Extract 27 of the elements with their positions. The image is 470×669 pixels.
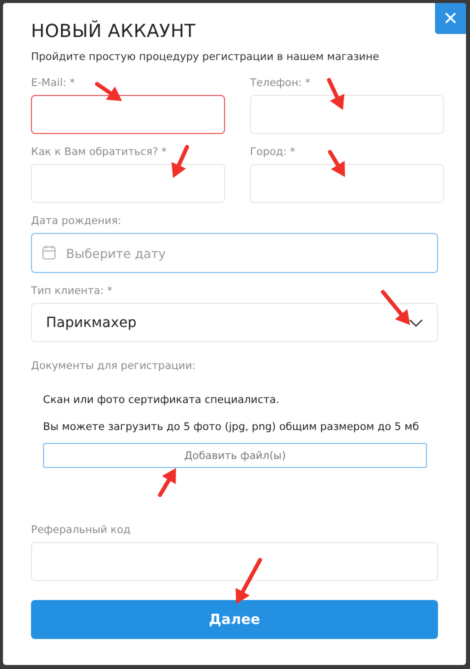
upload-limits: Вы можете загрузить до 5 фото (jpg, png) общим размером до 5 мб bbox=[43, 421, 420, 433]
section-label: Документы для регистрации: bbox=[31, 360, 197, 372]
chevron-down-icon bbox=[409, 318, 423, 326]
client-type-select[interactable]: Парикмахер bbox=[31, 303, 438, 342]
date-field[interactable]: Выберите дату bbox=[31, 233, 438, 273]
field-label: Дата рождения: bbox=[31, 215, 122, 227]
arrow-icon bbox=[327, 78, 344, 110]
arrow-icon bbox=[95, 82, 122, 101]
arrow-icon bbox=[158, 468, 176, 497]
add-files-button[interactable]: Добавить файл(ы) bbox=[43, 443, 427, 468]
dialog-title: НОВЫЙ АККАУНТ bbox=[31, 21, 197, 42]
input-field[interactable] bbox=[31, 95, 225, 134]
close-button[interactable]: × bbox=[435, 3, 466, 34]
dialog-subtitle: Пройдите простую процедуру регистрации в нашем магазине bbox=[31, 51, 380, 63]
arrow-icon bbox=[328, 150, 345, 177]
field-label: Реферальный код bbox=[31, 524, 132, 536]
field-label: Тип клиента: * bbox=[31, 285, 114, 297]
next-button[interactable]: Далее bbox=[31, 600, 438, 639]
field-label: Как к Вам обратиться? * bbox=[31, 146, 168, 158]
field-label: Город: * bbox=[250, 146, 296, 158]
arrow-icon bbox=[381, 290, 410, 325]
field-label: E-Mail: * bbox=[31, 77, 76, 89]
upload-note: Скан или фото сертификата специалиста. bbox=[43, 394, 280, 406]
field-label: Телефон: * bbox=[250, 77, 312, 89]
calendar-icon bbox=[42, 245, 56, 260]
arrow-icon bbox=[236, 558, 262, 604]
arrow-icon bbox=[171, 145, 189, 178]
